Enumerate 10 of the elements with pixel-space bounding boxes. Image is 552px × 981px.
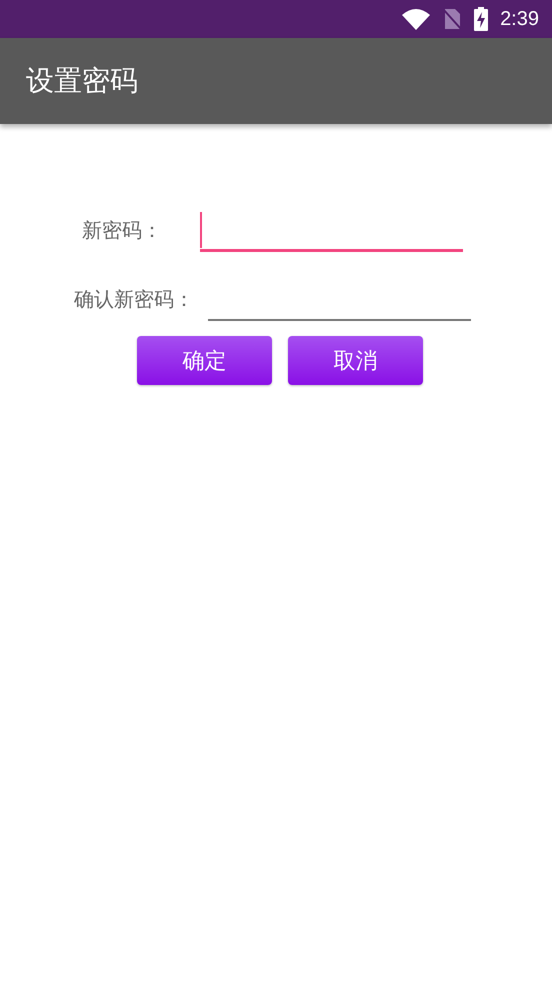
no-sim-icon bbox=[442, 8, 462, 30]
battery-charging-icon bbox=[474, 7, 488, 31]
field-label: 确认新密码： bbox=[74, 286, 195, 313]
confirm-button[interactable]: 确定 bbox=[137, 336, 272, 385]
field-label: 新密码： bbox=[82, 217, 163, 244]
clock-time: 2:39 bbox=[500, 8, 539, 30]
wifi-icon bbox=[402, 8, 430, 30]
cancel-button[interactable]: 取消 bbox=[288, 336, 423, 385]
password-field[interactable] bbox=[200, 212, 463, 252]
screen-title: 设置密码 bbox=[26, 63, 138, 99]
